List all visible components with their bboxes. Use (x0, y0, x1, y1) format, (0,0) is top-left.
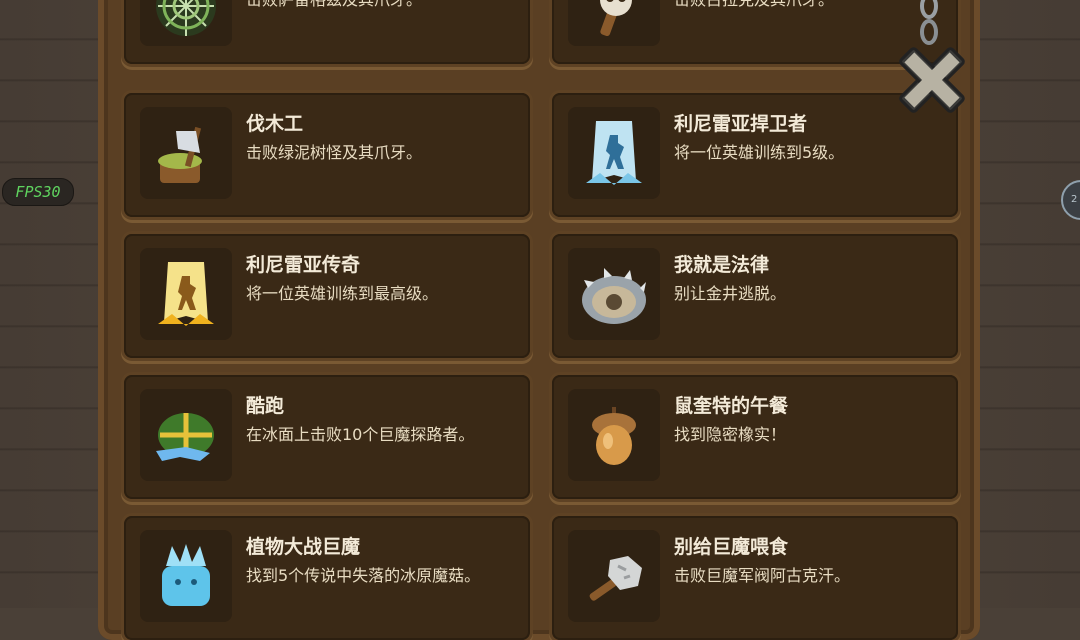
achievement-card[interactable]: 植物大战巨魔 找到5个传说中失落的冰原魔菇。 (124, 516, 530, 640)
achievement-card[interactable]: 我就是法律 别让金井逃脱。 (552, 234, 958, 358)
achievement-title: 酷跑 (246, 395, 285, 417)
achievement-card[interactable]: 击败萨雷格兹及其爪牙。 (124, 0, 530, 64)
achievement-description: 击败古拉克及其爪牙。 (674, 0, 834, 10)
achievement-title: 利尼雷亚传奇 (246, 254, 361, 276)
achievement-title: 植物大战巨魔 (246, 536, 361, 558)
achievement-description: 击败萨雷格兹及其爪牙。 (246, 0, 422, 10)
stone-club-icon (568, 530, 660, 622)
achievement-card[interactable]: 别给巨魔喂食 击败巨魔军阀阿古克汗。 (552, 516, 958, 640)
runner-helmet-icon (140, 389, 232, 481)
axe-stump-icon (140, 107, 232, 199)
fps-counter: FPS30 (2, 178, 74, 206)
spider-web-icon (140, 0, 232, 46)
ice-crystal-plant-icon (140, 530, 232, 622)
achievement-title: 别给巨魔喂食 (674, 536, 789, 558)
achievement-title: 鼠奎特的午餐 (674, 395, 789, 417)
achievement-description: 击败绿泥树怪及其爪牙。 (246, 143, 423, 162)
achievement-description: 击败巨魔军阀阿古克汗。 (674, 566, 851, 585)
skull-staff-icon (568, 0, 660, 46)
achievement-title: 利尼雷亚捍卫者 (674, 113, 808, 135)
spiked-shield-icon (568, 248, 660, 340)
blue-hero-banner-icon (568, 107, 660, 199)
gold-hero-banner-icon (140, 248, 232, 340)
achievement-description: 找到5个传说中失落的冰原魔菇。 (246, 566, 481, 585)
achievement-card[interactable]: 利尼雷亚传奇 将一位英雄训练到最高级。 (124, 234, 530, 358)
acorn-icon (568, 389, 660, 481)
achievement-card[interactable]: 伐木工 击败绿泥树怪及其爪牙。 (124, 93, 530, 217)
achievement-description: 将一位英雄训练到最高级。 (246, 284, 439, 303)
achievement-description: 找到隐密橡实！ (674, 425, 787, 444)
achievement-description: 别让金井逃脱。 (674, 284, 787, 303)
achievement-card[interactable]: 酷跑 在冰面上击败10个巨魔探路者。 (124, 375, 530, 499)
achievement-title: 我就是法律 (674, 254, 770, 276)
achievement-description: 将一位英雄训练到5级。 (674, 143, 845, 162)
achievement-description: 在冰面上击败10个巨魔探路者。 (246, 425, 475, 444)
close-icon[interactable] (890, 38, 974, 122)
achievement-title: 伐木工 (246, 113, 304, 135)
achievement-card[interactable]: 鼠奎特的午餐 找到隐密橡实！ (552, 375, 958, 499)
